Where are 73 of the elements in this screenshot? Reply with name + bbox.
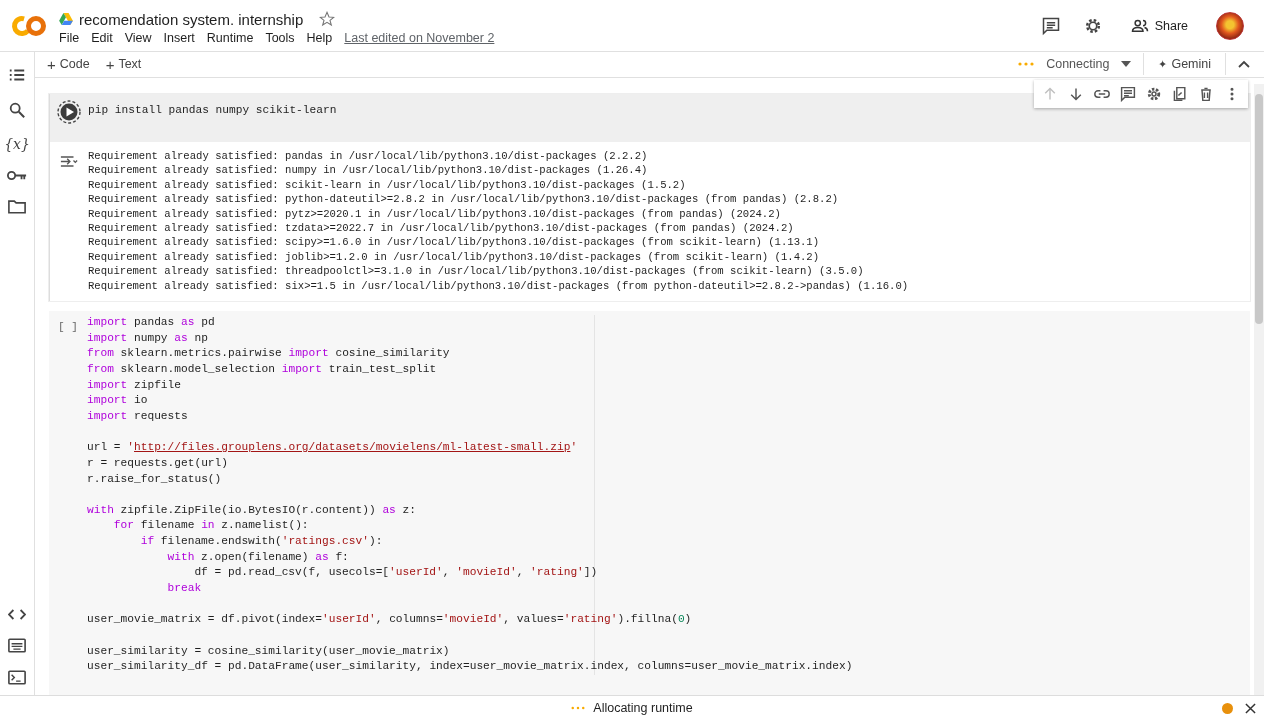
loading-dots-icon [1018,62,1035,67]
run-cell-icon[interactable] [57,99,81,124]
star-icon[interactable] [319,11,336,27]
gemini-button[interactable]: ✦ Gemini [1156,55,1213,74]
code-icon[interactable] [8,608,26,621]
code-line[interactable]: from sklearn.metrics.pairwise import cosine_similarity [87,346,1250,362]
menu-item[interactable]: View [124,30,152,45]
mirror-cell-icon[interactable] [1172,85,1188,102]
settings-icon[interactable] [1146,85,1162,102]
menu-item[interactable]: Insert [163,30,195,45]
loading-dots-icon [571,706,586,710]
key-icon[interactable] [7,169,27,182]
keyboard-icon[interactable] [8,638,26,653]
output-line: Requirement already satisfied: pandas in /usr/local/lib/python3.10/dist-packages (2.2.2) [88,148,649,164]
collapse-caret-icon[interactable] [1238,60,1250,69]
execution-prompt[interactable]: [ ] [58,320,78,675]
add-cell-button[interactable]: + Code [45,53,92,75]
menu-item[interactable]: Edit [91,30,113,45]
add-cell-button[interactable]: + Text [103,53,144,75]
code-line[interactable]: user_similarity_df = pd.DataFrame(user_similarity, index=user_movie_matrix.index, columns=user_movie_matrix.index) [87,659,1250,675]
output-line: Requirement already satisfied: numpy in /usr/local/lib/python3.10/dist-packages (1.26.4) [88,163,649,178]
code-cell[interactable] [49,310,1250,695]
output-line: Requirement already satisfied: tzdata>=2022.7 in /usr/local/lib/python3.10/dist-packages (from pandas) (2024.2) [88,220,795,236]
menu-item[interactable]: File [59,30,80,45]
code-line[interactable]: user_similarity = cosine_similarity(user_movie_matrix) [87,643,1250,660]
last-edited-link[interactable]: Last edited on November 2 [344,30,495,45]
code-line[interactable]: user_movie_matrix = df.pivot(index='userId', columns='movieId', values='rating').fillna(0) [87,612,1250,629]
terminal-icon[interactable] [8,670,26,685]
code-line[interactable]: r = requests.get(url) [87,455,1250,472]
code-line[interactable]: import zipfile [87,377,1250,394]
output-line: Requirement already satisfied: scikit-learn in /usr/local/lib/python3.10/dist-packages (1.5.2) [88,177,687,193]
variables-icon[interactable]: {x} [4,136,30,152]
code-line[interactable]: df = pd.read_csv(f, usecols=['userId', 'movieId', 'rating']) [194,565,1250,582]
code-line[interactable]: import numpy as np [87,330,1250,347]
output-line: Requirement already satisfied: six>=1.5 in /usr/local/lib/python3.10/dist-packages (from python-dateutil>=2.8.2->pandas) (1.16.0) [88,278,909,293]
notebook-title[interactable]: recomendation system. internship [79,10,304,28]
code-line[interactable]: import io [87,393,1250,409]
output-toggle-icon[interactable] [60,154,78,168]
output-line: Requirement already satisfied: scipy>=1.6.0 in /usr/local/lib/python3.10/dist-packages (from scikit-learn) (1.13.1) [88,235,821,250]
drive-icon [59,13,73,25]
comment-icon[interactable] [1120,85,1136,102]
output-line: Requirement already satisfied: pytz>=2020.1 in /usr/local/lib/python3.10/dist-packages (from pandas) (2024.2) [88,206,782,221]
delete-icon[interactable] [1198,85,1214,102]
dropdown-caret-icon[interactable] [1121,61,1132,68]
user-avatar[interactable] [1216,11,1244,40]
code-line[interactable]: with z.open(filename) as f: [167,549,1250,566]
code-line[interactable]: if filename.endswith('ratings.csv'): [140,534,1250,550]
search-icon[interactable] [8,101,26,119]
output-line: Requirement already satisfied: python-dateutil>=2.8.2 in /usr/local/lib/python3.10/dist-packages (from pandas) (2.8.2) [88,192,840,207]
runtime-status[interactable]: Connecting [1046,57,1110,72]
menu-item[interactable]: Help [306,30,333,45]
output-line: Requirement already satisfied: joblib>=1.2.0 in /usr/local/lib/python3.10/dist-packages (from scikit-learn) (1.4.2) [88,249,821,265]
folder-icon[interactable] [8,199,26,214]
colab-logo[interactable] [11,13,47,38]
output-line: Requirement already satisfied: threadpoolctl>=3.1.0 in /usr/local/lib/python3.10/dist-packages (from scikit-learn) (3.5.0) [88,264,865,279]
comment-icon[interactable] [1040,15,1061,36]
status-indicator-icon [1222,702,1233,714]
arrow-down-icon[interactable] [1068,85,1084,102]
code-line[interactable]: import pandas as pd [87,314,1250,331]
close-icon[interactable] [1245,702,1256,714]
code-line[interactable]: for filename in z.namelist(): [113,518,1250,535]
share-button[interactable]: Share [1124,12,1194,39]
code-line[interactable]: break [167,581,1250,597]
scrollbar[interactable] [1254,84,1264,695]
menu-item[interactable]: Runtime [206,30,254,45]
code-line[interactable]: with zipfile.ZipFile(io.BytesIO(r.content)) as z: [87,502,1250,519]
menu-item[interactable]: Tools [265,30,295,45]
code-line[interactable]: import requests [87,408,1250,425]
code-line[interactable]: url = 'http://files.grouplens.org/datasets/movielens/ml-latest-small.zip' [87,440,1250,456]
code-line[interactable]: r.raise_for_status() [87,471,1250,488]
status-message: Allocating runtime [593,701,693,715]
code-line[interactable]: from sklearn.model_selection import train_test_split [87,361,1250,378]
code-cell[interactable] [49,93,1250,301]
